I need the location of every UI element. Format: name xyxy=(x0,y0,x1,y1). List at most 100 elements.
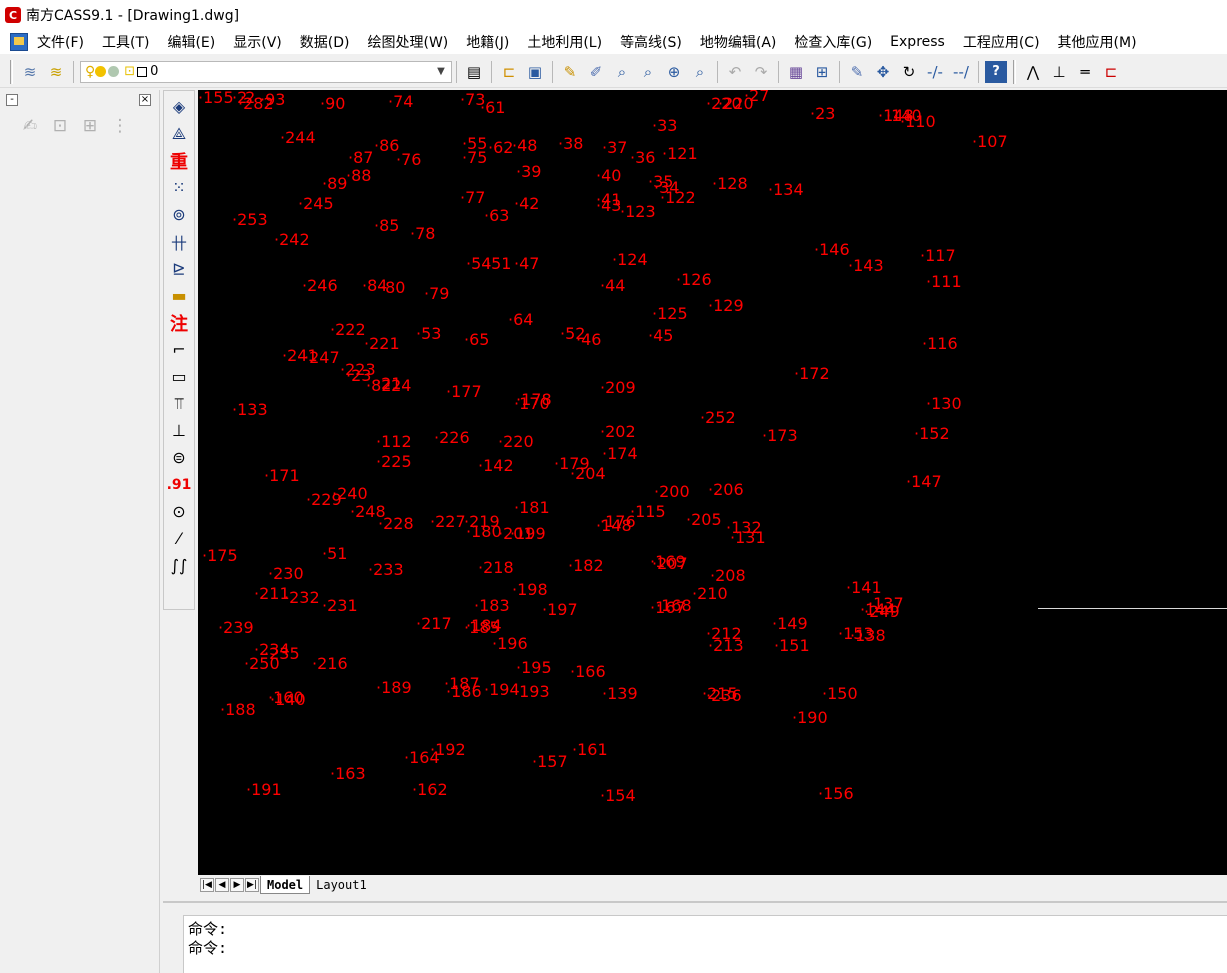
survey-point-label: ·202 xyxy=(600,422,636,441)
menu-engineering[interactable]: 工程应用(C) xyxy=(963,32,1040,52)
redo-icon[interactable]: ↷ xyxy=(750,61,772,83)
menu-edit[interactable]: 编辑(E) xyxy=(167,32,215,52)
survey-point-label: ·171 xyxy=(264,466,300,485)
curve-icon[interactable]: ∫∫ xyxy=(166,552,192,579)
survey-point-label: ·247 xyxy=(304,348,340,367)
rotate-icon[interactable]: ↻ xyxy=(898,61,920,83)
symbol-icon[interactable]: ⊜ xyxy=(166,444,192,471)
save-icon[interactable]: ▣ xyxy=(524,61,546,83)
properties-icon[interactable]: ▦ xyxy=(785,61,807,83)
trim-icon[interactable]: ‐/‐ xyxy=(924,61,946,83)
pen-icon[interactable]: ✎ xyxy=(559,61,581,83)
minimize-icon[interactable]: - xyxy=(6,94,18,106)
survey-point-label: ·23 xyxy=(810,104,836,123)
last-tab-button[interactable]: ▶| xyxy=(245,878,259,892)
tool-icon-3[interactable]: ⊞ xyxy=(78,116,102,138)
move-icon[interactable]: ✥ xyxy=(872,61,894,83)
circle-icon[interactable]: ⊙ xyxy=(166,498,192,525)
document-icon[interactable] xyxy=(10,33,28,51)
survey-point-label: ·226 xyxy=(434,428,470,447)
layer-manager-icon[interactable]: ≋ xyxy=(19,61,41,83)
tool-icon-4[interactable]: ⋮ xyxy=(108,116,132,138)
next-tab-button[interactable]: ▶ xyxy=(230,878,244,892)
menu-tools[interactable]: 工具(T) xyxy=(102,32,149,52)
menu-contour[interactable]: 等高线(S) xyxy=(620,32,682,52)
parallel-line-icon[interactable]: ═ xyxy=(1074,61,1096,83)
elevation-icon[interactable]: ⊵ xyxy=(166,255,192,282)
close-icon[interactable]: × xyxy=(139,94,151,106)
fence-icon[interactable]: 卄 xyxy=(166,228,192,255)
heavy-tool-icon[interactable]: 重 xyxy=(166,147,192,174)
menu-other[interactable]: 其他应用(M) xyxy=(1058,32,1137,52)
chevron-down-icon[interactable]: ▼ xyxy=(431,66,451,77)
tool-icon-2[interactable]: ⊡ xyxy=(48,116,72,138)
survey-point-label: ·239 xyxy=(218,618,254,637)
layer-dropdown[interactable]: ♀ ⊡ 0 ▼ xyxy=(80,60,452,83)
grid-points-icon[interactable]: ⁙ xyxy=(166,174,192,201)
menu-file[interactable]: 文件(F) xyxy=(37,32,84,52)
bulb-icon[interactable]: ♀ xyxy=(85,64,95,80)
menu-cadastre[interactable]: 地籍(J) xyxy=(466,32,509,52)
extend-icon[interactable]: ‐‐/ xyxy=(950,61,972,83)
drawing-canvas[interactable]: ·2·2·282·93·90·74·73·61·220·220·27·23·14… xyxy=(198,90,1227,875)
toolbar-separator xyxy=(552,60,553,83)
color-swatch[interactable] xyxy=(137,66,148,77)
zoom-in-icon[interactable]: ⊕ xyxy=(663,61,685,83)
zoom-realtime-icon[interactable]: ⌕ xyxy=(611,61,633,83)
survey-point-label: ·189 xyxy=(376,678,412,697)
command-window: 命令: 命令: xyxy=(163,901,1227,973)
menu-view[interactable]: 显示(V) xyxy=(233,32,282,52)
sun-icon[interactable] xyxy=(95,66,107,77)
polyline-icon[interactable]: ⌐ xyxy=(166,336,192,363)
freeze-icon[interactable] xyxy=(108,66,120,77)
survey-point-label: ·149 xyxy=(772,614,808,633)
survey-point-label: ·205 xyxy=(686,510,722,529)
survey-point-label: ·107 xyxy=(972,132,1008,151)
zoom-previous-icon[interactable]: ⌕ xyxy=(689,61,711,83)
command-history[interactable]: 命令: 命令: xyxy=(183,915,1227,973)
survey-point-label: ·225 xyxy=(376,452,412,471)
menu-land-use[interactable]: 土地利用(L) xyxy=(527,32,602,52)
comb-icon[interactable]: ⊥ xyxy=(166,417,192,444)
tab-layout1[interactable]: Layout1 xyxy=(310,876,373,894)
toolbar-grip[interactable] xyxy=(1013,59,1016,84)
lock-icon[interactable]: ⊡ xyxy=(124,64,135,79)
point-tool-icon[interactable]: ◈ xyxy=(166,93,192,120)
tab-model[interactable]: Model xyxy=(260,876,311,894)
grid-icon[interactable]: ⊞ xyxy=(811,61,833,83)
survey-point-label: ·78 xyxy=(410,224,436,243)
rectangle-icon[interactable]: ▭ xyxy=(166,363,192,390)
menu-express[interactable]: Express xyxy=(890,34,945,50)
spot-elevation-icon[interactable]: .91 xyxy=(166,471,192,498)
keyboard-icon[interactable]: ▤ xyxy=(463,61,485,83)
open-folder-icon[interactable]: ⊏ xyxy=(498,61,520,83)
draw-line-icon[interactable]: ✎ xyxy=(846,61,868,83)
survey-point-label: ·43 xyxy=(596,196,622,215)
survey-point-label: ·181 xyxy=(514,498,550,517)
zoom-window-icon[interactable]: ⌕ xyxy=(637,61,659,83)
cass-app-icon: C xyxy=(5,7,21,23)
menu-feature-edit[interactable]: 地物编辑(A) xyxy=(700,32,777,52)
undo-icon[interactable]: ↶ xyxy=(724,61,746,83)
first-tab-button[interactable]: |◀ xyxy=(200,878,214,892)
bracket-icon[interactable]: ⊏ xyxy=(1100,61,1122,83)
survey-point-label: ·51 xyxy=(486,254,512,273)
layer-states-icon[interactable]: ≋ xyxy=(45,61,67,83)
tool-icon-1[interactable]: ✍ xyxy=(18,116,42,138)
survey-point-label: ·79 xyxy=(424,284,450,303)
railing-icon[interactable]: ⫪ xyxy=(166,390,192,417)
eraser-icon[interactable]: ✐ xyxy=(585,61,607,83)
menu-draw[interactable]: 绘图处理(W) xyxy=(367,32,448,52)
annotate-icon[interactable]: 注 xyxy=(166,309,192,336)
line-icon[interactable]: ⁄ xyxy=(166,525,192,552)
prev-tab-button[interactable]: ◀ xyxy=(215,878,229,892)
ruler-icon[interactable]: ▬ xyxy=(166,282,192,309)
menu-check[interactable]: 检查入库(G) xyxy=(794,32,872,52)
slope-line-icon[interactable]: ⋀ xyxy=(1022,61,1044,83)
survey-tool-icon[interactable]: ⟁ xyxy=(166,120,192,147)
menu-data[interactable]: 数据(D) xyxy=(300,32,350,52)
help-icon[interactable]: ? xyxy=(985,60,1007,83)
binoculars-icon[interactable]: ⊚ xyxy=(166,201,192,228)
toolbar-grip[interactable] xyxy=(10,59,13,84)
offset-line-icon[interactable]: ⊥ xyxy=(1048,61,1070,83)
